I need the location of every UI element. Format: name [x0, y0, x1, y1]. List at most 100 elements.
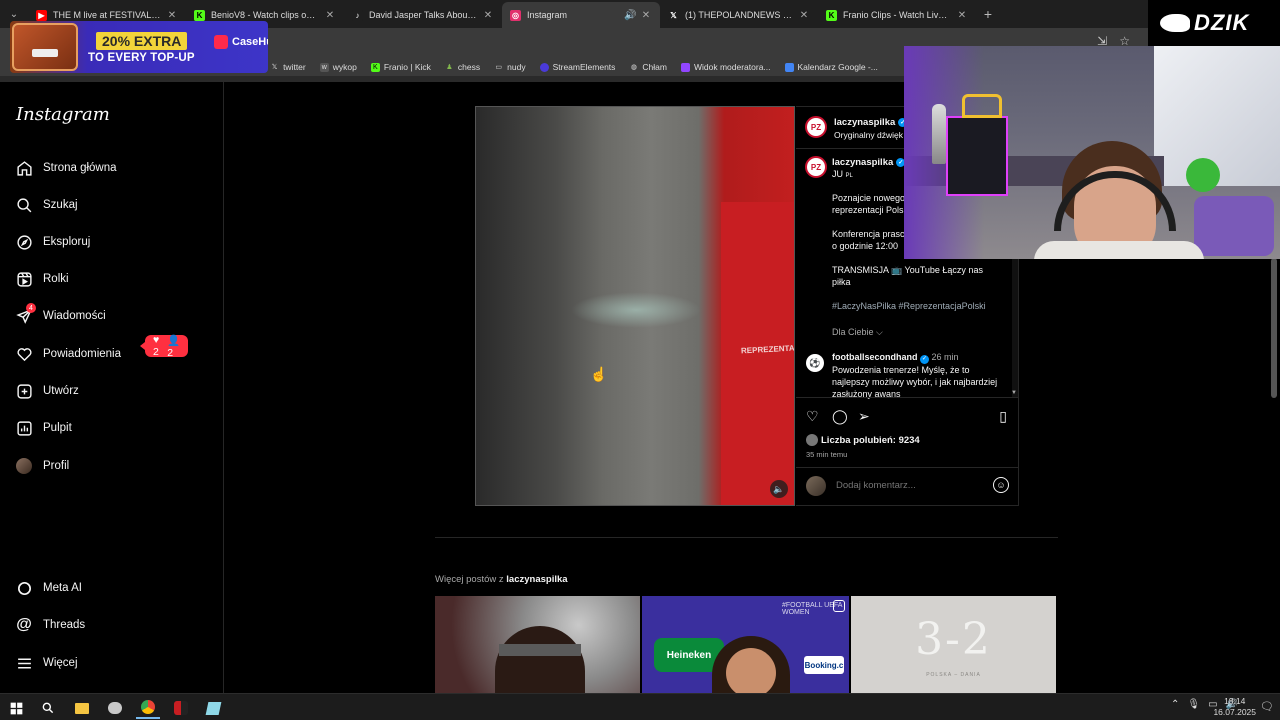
- section-divider: [435, 537, 1058, 538]
- caption-author[interactable]: laczynaspilka ✓: [832, 157, 906, 168]
- bookmark-label: wykop: [332, 62, 357, 72]
- app-icon[interactable]: [169, 697, 193, 719]
- like-icon[interactable]: ♡: [806, 408, 819, 425]
- chevron-up-icon[interactable]: ⌃: [1171, 699, 1179, 710]
- post-thumbnail[interactable]: 3-2 POLSKA – DANIA: [851, 596, 1056, 693]
- bookmark-label: Franio | Kick: [383, 62, 431, 72]
- volume-icon[interactable]: 🔈: [770, 480, 788, 498]
- save-icon[interactable]: ▯: [999, 408, 1007, 425]
- folder-icon: ▭: [495, 64, 502, 71]
- sidebar-item-home[interactable]: Strona główna: [15, 159, 117, 177]
- share-icon[interactable]: ➢: [858, 408, 870, 425]
- bookmark[interactable]: Kalendarz Google -...: [784, 62, 878, 72]
- sidebar-item-explore[interactable]: Eksploruj: [15, 233, 90, 251]
- comment: footballsecondhand ✓ 26 min Powodzenia t…: [832, 351, 1002, 400]
- caption-hashtags[interactable]: #LaczyNasPilka #ReprezentacjaPolski: [832, 300, 1002, 312]
- caption-text: Konferencja prasc: [832, 229, 905, 239]
- browser-tab-active[interactable]: ◎ Instagram 🔊 ✕: [502, 2, 660, 28]
- sidebar-item-label: Szukaj: [43, 199, 78, 211]
- close-icon[interactable]: ✕: [324, 10, 336, 21]
- app-icon[interactable]: [103, 697, 127, 719]
- sidebar-item-label: Strona główna: [43, 162, 117, 174]
- casehug-ad-banner[interactable]: 20% EXTRA TO EVERY TOP-UP CaseHug: [10, 21, 268, 73]
- bookmark[interactable]: K Franio | Kick: [370, 62, 431, 72]
- bookmark[interactable]: 𝕏twitter: [270, 62, 306, 72]
- player-photo: [495, 626, 585, 693]
- close-icon[interactable]: ✕: [166, 10, 178, 21]
- comment-author[interactable]: footballsecondhand: [832, 352, 918, 362]
- more-posts-heading: Więcej postów z laczynaspilka: [435, 574, 568, 585]
- sidebar-item-create[interactable]: Utwórz: [15, 382, 79, 400]
- sidebar-item-meta-ai[interactable]: Meta AI: [15, 579, 82, 597]
- more-posts-user[interactable]: laczynaspilka: [506, 574, 567, 585]
- hand-cursor-icon: ☝: [590, 366, 608, 382]
- streamelements-icon: [539, 62, 549, 72]
- microphone-icon[interactable]: 🎙: [1187, 699, 1200, 710]
- emoji-icon[interactable]: ☺: [993, 477, 1009, 493]
- instagram-logo[interactable]: Instagram: [16, 104, 110, 125]
- bookmark[interactable]: Widok moderatora...: [680, 62, 771, 72]
- search-icon[interactable]: [36, 697, 60, 719]
- sidebar-item-more[interactable]: Więcej: [15, 654, 78, 672]
- post-video[interactable]: REPREZENTA 🔈: [475, 106, 795, 506]
- chevron-down-icon: ⌵: [876, 327, 883, 337]
- file-explorer-icon[interactable]: [70, 697, 94, 719]
- close-icon[interactable]: ✕: [798, 10, 810, 21]
- bookmark-folder[interactable]: ▭ nudy: [494, 62, 525, 72]
- bookmark[interactable]: ♟ chess: [445, 62, 480, 72]
- pzpn-avatar[interactable]: PZ: [805, 156, 827, 178]
- sidebar-item-threads[interactable]: @ Threads: [15, 616, 85, 634]
- browser-tab[interactable]: ♪ David Jasper Talks About Fame ✕: [344, 2, 502, 28]
- sidebar-item-dashboard[interactable]: Pulpit: [15, 419, 72, 437]
- app-icon[interactable]: [201, 697, 225, 719]
- scroll-down-icon[interactable]: ▼: [1011, 390, 1017, 396]
- for-you-dropdown[interactable]: Dla Ciebie ⌵: [832, 326, 1002, 338]
- ad-subtitle: TO EVERY TOP-UP: [88, 52, 195, 64]
- close-icon[interactable]: ✕: [640, 10, 652, 21]
- avatar: [806, 476, 826, 496]
- page-scrollbar[interactable]: [1271, 258, 1277, 398]
- sidebar-item-search[interactable]: Szukaj: [15, 196, 78, 214]
- notification-pill[interactable]: ♥ 2 👤 2: [139, 334, 189, 359]
- sidebar-item-notifications[interactable]: Powiadomienia ♥ 2 👤 2: [15, 334, 189, 363]
- tab-title: THE M live at FESTIVALAND 2...: [53, 10, 162, 20]
- trophy-icon: [932, 104, 946, 164]
- close-icon[interactable]: ✕: [956, 10, 968, 21]
- threads-icon: @: [16, 616, 32, 633]
- chrome-icon[interactable]: [136, 697, 160, 719]
- browser-tab[interactable]: 𝕏 (1) THEPOLANDNEWS (@th... ✕: [660, 2, 818, 28]
- close-icon[interactable]: ✕: [482, 10, 494, 21]
- bookmark[interactable]: StreamElements: [539, 62, 615, 72]
- sidebar-item-reels[interactable]: Rolki: [15, 270, 69, 288]
- comment-avatar-football-icon[interactable]: ⚽: [806, 354, 824, 372]
- caption-text: Poznajcie nowego: [832, 193, 906, 203]
- new-tab-button[interactable]: +: [976, 0, 1000, 28]
- sidebar-item-label: Powiadomienia: [43, 348, 121, 360]
- kick-icon: K: [370, 62, 380, 72]
- pzpn-avatar[interactable]: PZ: [805, 116, 827, 138]
- post-thumbnail[interactable]: #FOOTBALL UEFA WOMEN Heineken Booking.c: [642, 596, 849, 693]
- speaker-icon[interactable]: 🔊: [624, 10, 636, 21]
- comment-icon[interactable]: ◯: [832, 408, 848, 425]
- post-thumbnail[interactable]: [435, 596, 640, 693]
- browser-tab[interactable]: K Franio Clips - Watch Live on Ki... ✕: [818, 2, 976, 28]
- sidebar-item-messages[interactable]: 4 Wiadomości: [15, 303, 106, 325]
- comment-input[interactable]: [836, 480, 976, 491]
- likes-count[interactable]: Liczba polubień: 9234: [806, 434, 920, 446]
- sidebar-item-label: Eksploruj: [43, 236, 91, 248]
- streamer-shirt: [1034, 241, 1204, 259]
- windows-start-icon[interactable]: [4, 697, 28, 719]
- comment-text: Powodzenia trenerze! Myślę, że to najlep…: [832, 364, 998, 399]
- screen: ⌄ ▶ THE M live at FESTIVALAND 2... ✕ K B…: [0, 0, 1280, 720]
- post-audio[interactable]: Oryginalny dźwięk: [834, 130, 903, 140]
- sidebar-item-profile[interactable]: Profil: [15, 457, 69, 475]
- system-clock[interactable]: 18:14 16.07.2025: [1213, 696, 1256, 718]
- tab-title: BenioV8 - Watch clips on Kick: [211, 10, 320, 20]
- search-icon: [15, 196, 33, 214]
- liker-avatar: [806, 434, 818, 446]
- heart-icon: [15, 345, 33, 363]
- bookmark[interactable]: ◍ Chłam: [629, 62, 667, 72]
- post-author[interactable]: laczynaspilka ✓: [834, 117, 908, 128]
- bookmark[interactable]: w wykop: [319, 62, 357, 72]
- notification-center-icon[interactable]: 🗨: [1260, 700, 1274, 713]
